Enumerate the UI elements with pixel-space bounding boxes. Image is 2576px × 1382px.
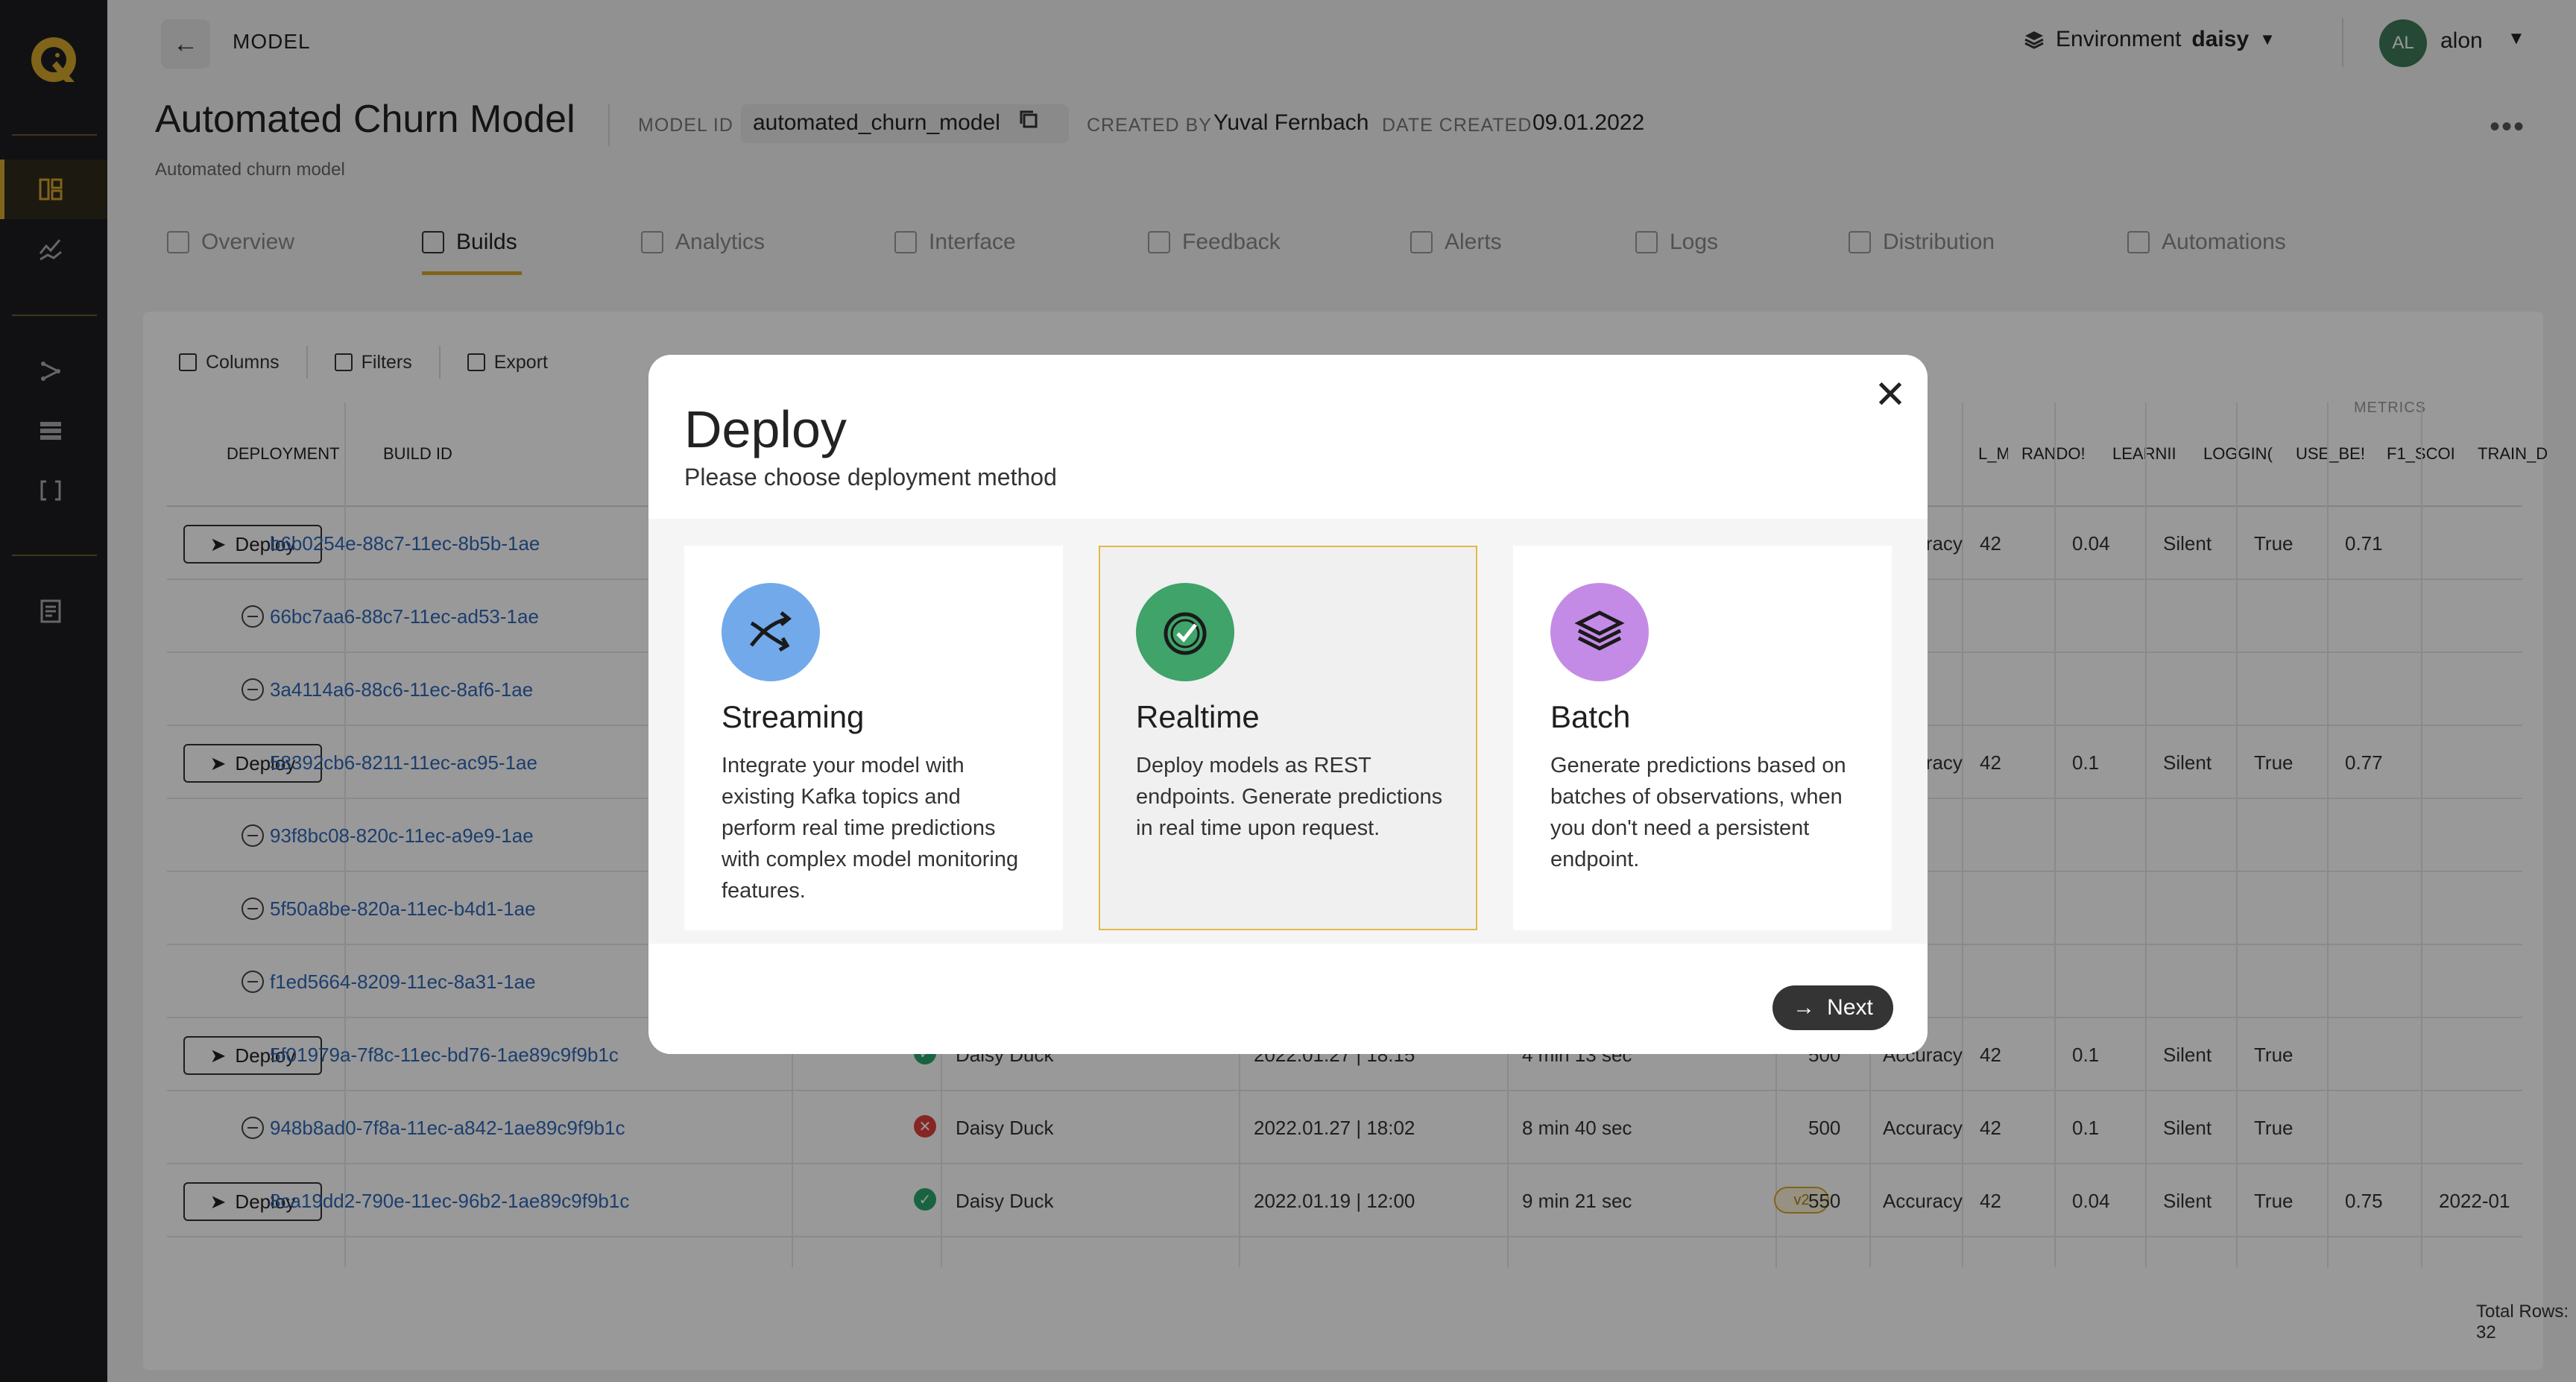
- option-realtime[interactable]: Realtime Deploy models as REST endpoints…: [1099, 546, 1477, 930]
- modal-title: Deploy: [684, 400, 847, 458]
- option-description: Deploy models as REST endpoints. Generat…: [1136, 754, 1443, 840]
- batch-layers-icon: [1550, 583, 1649, 681]
- streaming-arrows-icon: [722, 583, 820, 681]
- option-description: Integrate your model with existing Kafka…: [722, 754, 1019, 903]
- option-title: Realtime: [1136, 699, 1260, 734]
- arrow-right-icon: →: [1793, 995, 1816, 1020]
- modal-footer: [648, 966, 1928, 1054]
- option-description: Generate predictions based on batches of…: [1550, 754, 1846, 871]
- next-label: Next: [1827, 995, 1873, 1020]
- modal-subtitle: Please choose deployment method: [684, 464, 1057, 490]
- option-title: Batch: [1550, 699, 1631, 734]
- option-streaming[interactable]: Streaming Integrate your model with exis…: [684, 546, 1063, 930]
- realtime-check-icon: [1136, 583, 1234, 681]
- option-title: Streaming: [722, 699, 865, 734]
- close-icon[interactable]: ✕: [1871, 373, 1910, 417]
- next-button[interactable]: → Next: [1772, 985, 1893, 1030]
- option-batch[interactable]: Batch Generate predictions based on batc…: [1513, 546, 1892, 930]
- deploy-modal: ✕ Deploy Please choose deployment method…: [648, 355, 1928, 1054]
